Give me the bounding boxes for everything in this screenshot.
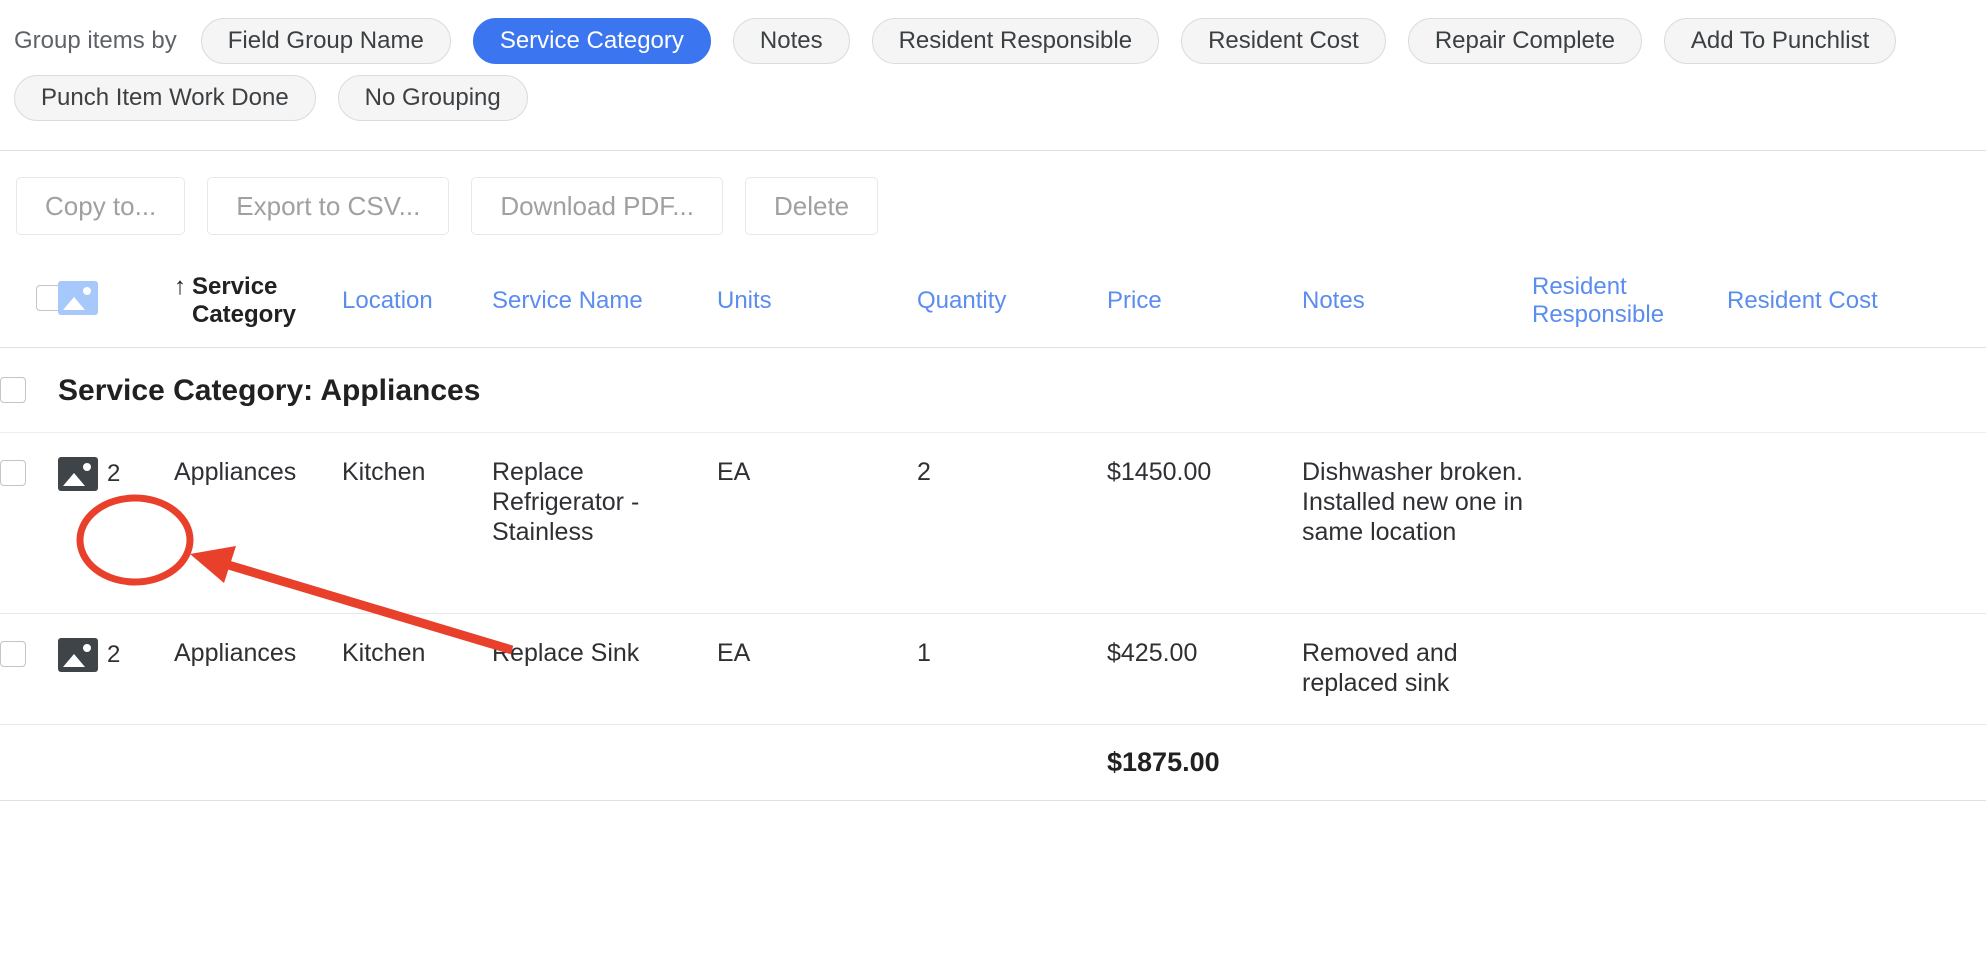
group-chip-service-category[interactable]: Service Category bbox=[472, 18, 711, 64]
group-title-cell: Service Category: Appliances bbox=[58, 347, 1986, 433]
cell-resident-cost bbox=[1727, 432, 1986, 614]
cell-price: $425.00 bbox=[1107, 613, 1302, 725]
group-chip-resident-responsible[interactable]: Resident Responsible bbox=[871, 18, 1160, 64]
group-total-row: $1875.00 bbox=[0, 724, 1986, 801]
sort-ascending-icon: ↑ bbox=[174, 273, 186, 300]
cell-service-category: Appliances bbox=[174, 613, 342, 725]
column-header-location[interactable]: Location bbox=[342, 263, 492, 348]
group-chip-repair-complete[interactable]: Repair Complete bbox=[1407, 18, 1642, 64]
total-spacer bbox=[1727, 724, 1986, 801]
cell-resident-responsible bbox=[1532, 613, 1727, 725]
group-title: Service Category: Appliances bbox=[58, 374, 481, 407]
total-spacer bbox=[917, 724, 1107, 801]
cell-quantity: 1 bbox=[917, 613, 1107, 725]
group-chip-notes[interactable]: Notes bbox=[732, 18, 850, 64]
column-header-resident-cost[interactable]: Resident Cost bbox=[1727, 263, 1986, 348]
image-icon[interactable] bbox=[58, 638, 98, 672]
cell-units: EA bbox=[717, 432, 917, 614]
total-spacer bbox=[1302, 724, 1532, 801]
row-image-cell[interactable]: 2 bbox=[58, 432, 174, 614]
column-header-service-category[interactable]: ↑ Service Category bbox=[174, 263, 342, 348]
cell-price: $1450.00 bbox=[1107, 432, 1302, 614]
total-spacer bbox=[1532, 724, 1727, 801]
group-by-label: Group items by bbox=[14, 27, 177, 54]
cell-location: Kitchen bbox=[342, 613, 492, 725]
total-spacer bbox=[0, 724, 58, 801]
punchlist-items-table: ↑ Service Category Location Service Name… bbox=[0, 263, 1986, 801]
cell-service-name: Replace Refrigerator - Stainless bbox=[492, 432, 717, 614]
column-header-resident-responsible[interactable]: Resident Responsible bbox=[1532, 263, 1727, 348]
row-select-cell bbox=[0, 613, 58, 725]
cell-resident-responsible bbox=[1532, 432, 1727, 614]
total-spacer bbox=[342, 724, 492, 801]
punchlist-items-page: Group items by Field Group Name Service … bbox=[0, 0, 1986, 958]
download-pdf-button[interactable]: Download PDF... bbox=[471, 177, 723, 235]
group-total-price: $1875.00 bbox=[1107, 724, 1302, 801]
group-chip-field-group-name[interactable]: Field Group Name bbox=[200, 18, 451, 64]
image-icon[interactable] bbox=[58, 457, 98, 491]
column-header-units[interactable]: Units bbox=[717, 263, 917, 348]
cell-service-name: Replace Sink bbox=[492, 613, 717, 725]
cell-resident-cost bbox=[1727, 613, 1986, 725]
row-select-checkbox[interactable] bbox=[0, 641, 26, 667]
total-spacer bbox=[174, 724, 342, 801]
column-header-service-name[interactable]: Service Name bbox=[492, 263, 717, 348]
image-column-header[interactable] bbox=[58, 263, 174, 348]
group-chip-no-grouping[interactable]: No Grouping bbox=[337, 75, 528, 121]
image-count: 2 bbox=[107, 641, 121, 668]
total-spacer bbox=[717, 724, 917, 801]
action-toolbar: Copy to... Export to CSV... Download PDF… bbox=[0, 151, 1986, 235]
column-header-price[interactable]: Price bbox=[1107, 263, 1302, 348]
table-row[interactable]: 2 Appliances Kitchen Replace Sink EA 1 $… bbox=[0, 613, 1986, 725]
cell-notes: Dishwasher broken. Installed new one in … bbox=[1302, 432, 1532, 614]
group-chip-punch-item-work-done[interactable]: Punch Item Work Done bbox=[14, 75, 316, 121]
column-header-notes[interactable]: Notes bbox=[1302, 263, 1532, 348]
table-row[interactable]: 2 Appliances Kitchen Replace Refrigerato… bbox=[0, 432, 1986, 614]
cell-service-category: Appliances bbox=[174, 432, 342, 614]
group-chip-resident-cost[interactable]: Resident Cost bbox=[1181, 18, 1386, 64]
row-image-cell[interactable]: 2 bbox=[58, 613, 174, 725]
group-select-checkbox[interactable] bbox=[0, 377, 26, 403]
group-chip-add-to-punchlist[interactable]: Add To Punchlist bbox=[1663, 18, 1897, 64]
select-all-header-cell bbox=[0, 263, 62, 348]
total-spacer bbox=[58, 724, 174, 801]
export-to-csv-button[interactable]: Export to CSV... bbox=[207, 177, 450, 235]
cell-notes: Removed and replaced sink bbox=[1302, 613, 1532, 725]
copy-to-button[interactable]: Copy to... bbox=[16, 177, 186, 235]
delete-button[interactable]: Delete bbox=[744, 177, 879, 235]
group-header-row: Service Category: Appliances bbox=[0, 347, 1986, 433]
column-header-label: Service Category bbox=[192, 273, 297, 328]
cell-units: EA bbox=[717, 613, 917, 725]
cell-quantity: 2 bbox=[917, 432, 1107, 614]
total-spacer bbox=[492, 724, 717, 801]
row-select-checkbox[interactable] bbox=[0, 460, 26, 486]
group-by-bar: Group items by Field Group Name Service … bbox=[0, 0, 1966, 121]
image-icon bbox=[58, 280, 98, 315]
column-header-quantity[interactable]: Quantity bbox=[917, 263, 1107, 348]
table-header: ↑ Service Category Location Service Name… bbox=[0, 263, 1986, 348]
cell-location: Kitchen bbox=[342, 432, 492, 614]
group-select-cell bbox=[0, 347, 58, 433]
row-select-cell bbox=[0, 432, 58, 614]
image-count: 2 bbox=[107, 460, 121, 487]
